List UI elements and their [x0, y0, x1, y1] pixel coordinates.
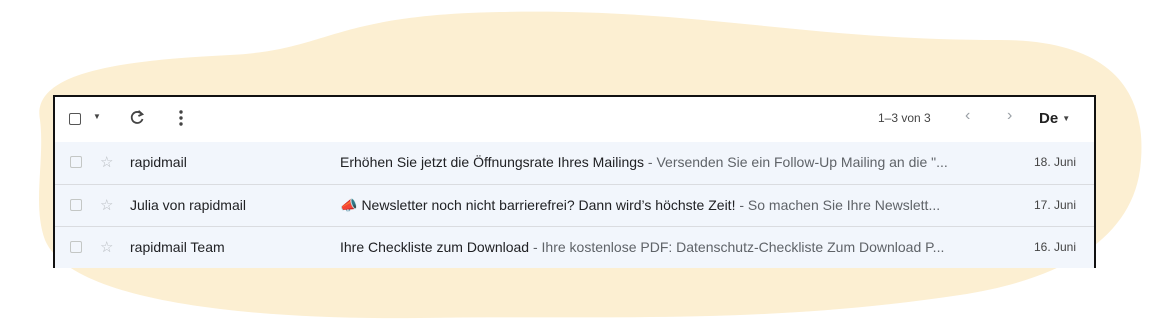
email-date: 17. Juni [1033, 198, 1076, 212]
select-all-checkbox[interactable] [69, 113, 81, 125]
email-row[interactable]: ☆ Julia von rapidmail 📣 Newsletter noch n… [55, 184, 1094, 226]
email-row[interactable]: ☆ rapidmail Team Ihre Checkliste zum Dow… [55, 226, 1094, 268]
caret-down-icon: ▼ [1062, 114, 1071, 123]
row-checkbox[interactable] [70, 241, 82, 253]
select-dropdown-button[interactable]: ▼ [93, 112, 101, 121]
email-snippet: - Versenden Sie ein Follow-Up Mailing an… [644, 154, 948, 170]
email-preview: 📣 Newsletter noch nicht barrierefrei? Dan… [340, 197, 1000, 214]
star-icon[interactable]: ☆ [100, 153, 113, 171]
email-snippet: - So machen Sie Ihre Newslett... [735, 197, 941, 213]
refresh-button[interactable] [127, 108, 147, 128]
megaphone-icon: 📣 [340, 197, 358, 213]
email-subject: Newsletter noch nicht barrierefrei? Dann… [361, 197, 736, 213]
inbox-panel: ▼ 1–3 von 3 ‹ › De ▼ ☆ rapidmail Erhöhen… [53, 95, 1096, 268]
email-snippet: - Ihre kostenlose PDF: Datenschutz-Check… [529, 239, 945, 255]
more-options-button[interactable] [178, 109, 184, 127]
caret-down-icon: ▼ [93, 112, 101, 121]
chevron-left-icon: ‹ [965, 107, 971, 124]
row-checkbox[interactable] [70, 156, 82, 168]
row-checkbox[interactable] [70, 199, 82, 211]
refresh-icon [130, 110, 145, 124]
email-sender: rapidmail [130, 154, 187, 170]
email-subject: Ihre Checkliste zum Download [340, 239, 530, 255]
star-icon[interactable]: ☆ [100, 238, 113, 256]
previous-page-button[interactable]: ‹ [965, 107, 970, 125]
star-icon[interactable]: ☆ [100, 196, 113, 214]
email-date: 18. Juni [1033, 155, 1076, 169]
chevron-right-icon: › [1007, 107, 1013, 124]
pagination-text: 1–3 von 3 [878, 111, 931, 125]
email-list: ☆ rapidmail Erhöhen Sie jetzt die Öffnun… [55, 142, 1094, 268]
inbox-toolbar: ▼ 1–3 von 3 ‹ › De ▼ [55, 97, 1094, 142]
checkbox-icon [69, 113, 81, 125]
next-page-button[interactable]: › [1007, 107, 1012, 125]
email-subject: Erhöhen Sie jetzt die Öffnungsrate Ihres… [340, 154, 645, 170]
email-preview: Ihre Checkliste zum Download - Ihre kost… [340, 239, 1000, 255]
language-label: De [1039, 110, 1059, 127]
email-sender: rapidmail Team [130, 239, 225, 255]
more-vert-icon [179, 110, 183, 126]
email-preview: Erhöhen Sie jetzt die Öffnungsrate Ihres… [340, 154, 1000, 170]
language-selector[interactable]: De ▼ [1039, 110, 1070, 127]
email-sender: Julia von rapidmail [130, 197, 246, 213]
email-date: 16. Juni [1033, 240, 1076, 254]
email-row[interactable]: ☆ rapidmail Erhöhen Sie jetzt die Öffnun… [55, 142, 1094, 184]
